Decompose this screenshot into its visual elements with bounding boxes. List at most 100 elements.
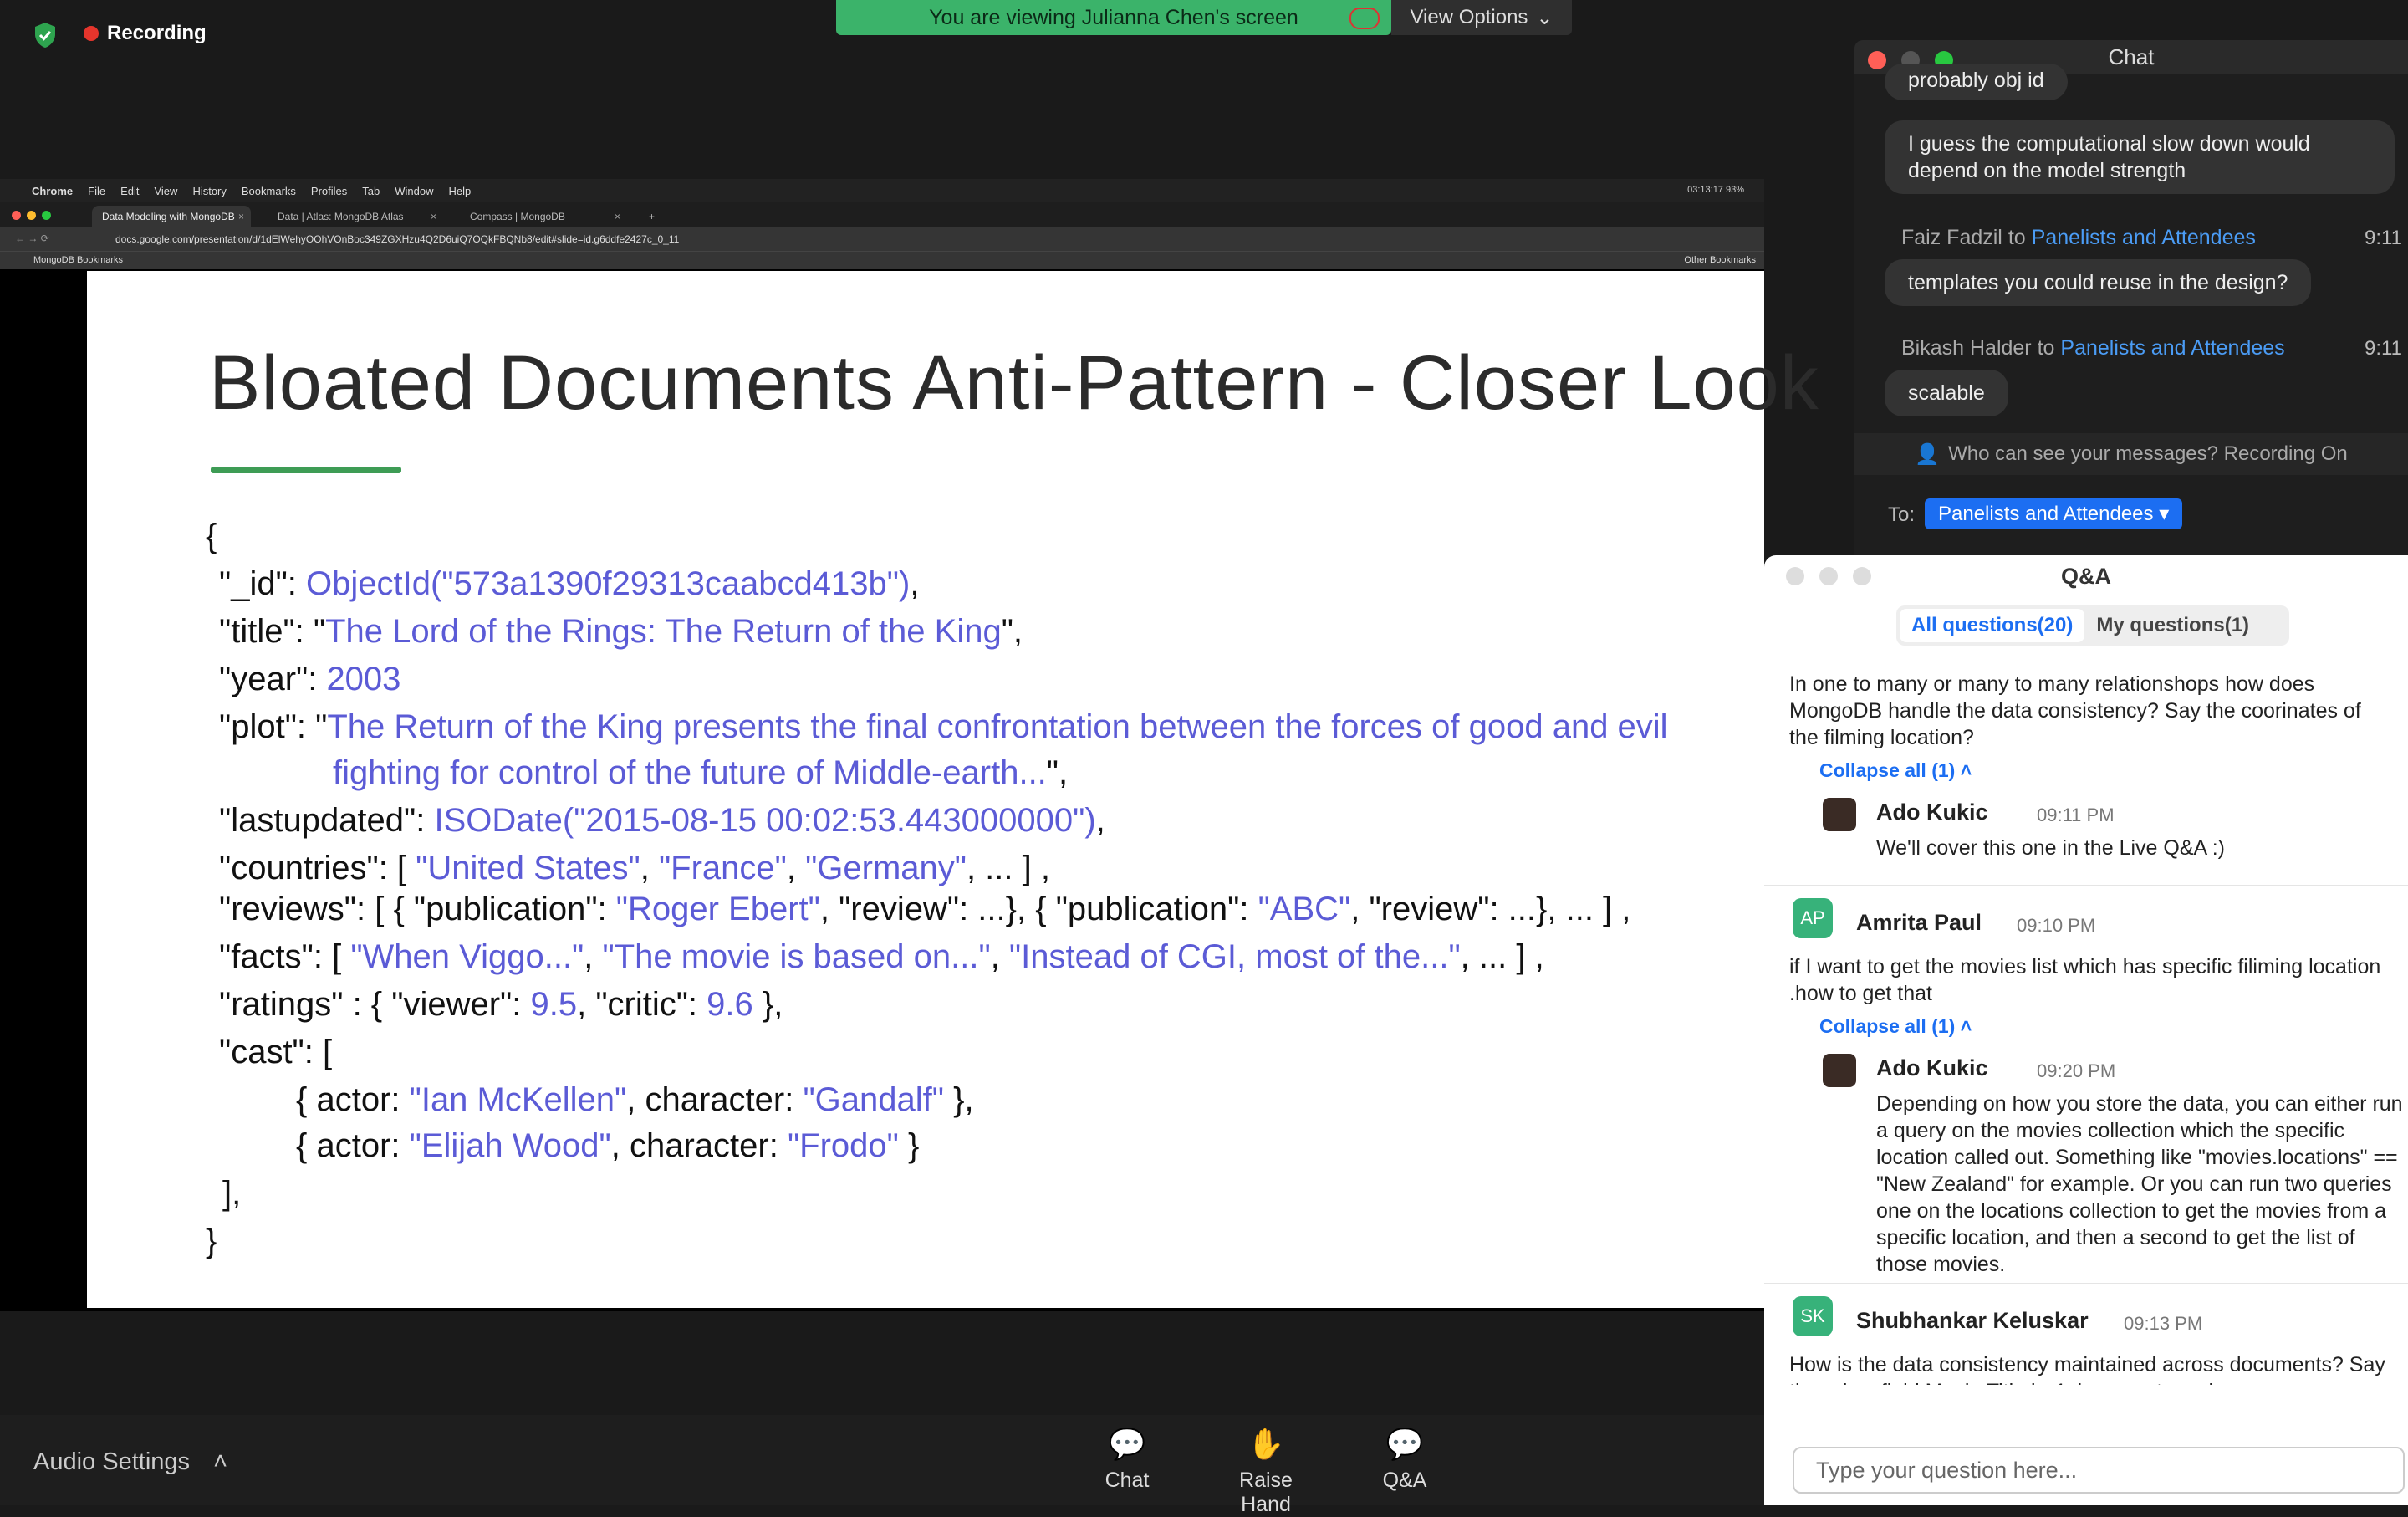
code-text: } xyxy=(898,1127,920,1164)
new-tab-icon: + xyxy=(649,211,656,222)
avatar: AP xyxy=(1793,898,1833,938)
code-text: } xyxy=(206,1223,217,1259)
code-key: "reviews": [ { "publication": xyxy=(219,891,616,927)
code-value: 2003 xyxy=(326,661,401,697)
mac-menubar: Chrome File Edit View History Bookmarks … xyxy=(0,179,1764,202)
visibility-text: Who can see your messages? Recording On xyxy=(1948,442,2348,465)
message-time: 9:11 xyxy=(2365,337,2402,360)
chat-window: Chat probably obj id I guess the computa… xyxy=(1854,40,2408,555)
view-options-button[interactable]: View Options ⌄ xyxy=(1391,0,1572,35)
code-line: "_id": ObjectId("573a1390f29313caabcd413… xyxy=(219,565,920,602)
code-line: "facts": [ "When Viggo...", "The movie i… xyxy=(219,938,1544,975)
collapse-label: Collapse all (1) xyxy=(1819,1015,1956,1037)
chevron-up-icon: ˄ xyxy=(213,1448,228,1475)
code-key: "cast": [ xyxy=(219,1034,333,1070)
code-line: "title": "The Lord of the Rings: The Ret… xyxy=(219,613,1023,650)
code-value: "Germany" xyxy=(805,850,967,886)
code-value: The Lord of the Rings: The Return of the… xyxy=(325,613,1002,650)
audio-settings-button[interactable]: Audio Settings ˄ xyxy=(33,1448,227,1476)
collapse-label: Collapse all (1) xyxy=(1819,759,1956,781)
divider xyxy=(1764,885,2408,886)
avatar: SK xyxy=(1793,1296,1833,1336)
tab-all-questions[interactable]: All questions(20) xyxy=(1900,609,2085,642)
recipient-dropdown[interactable]: Panelists and Attendees ▾ xyxy=(1925,498,2183,529)
answer-text: Depending on how you store the data, you… xyxy=(1876,1092,2403,1276)
avatar xyxy=(1823,1054,1856,1087)
menu-tab: Tab xyxy=(362,184,380,197)
code-text: ], xyxy=(222,1175,242,1212)
code-text: , character: xyxy=(626,1081,804,1118)
browser-tab: Compass | MongoDB × xyxy=(460,206,627,227)
menubar-status: 03:13:17 93% xyxy=(1687,185,1744,195)
code-line: "year": 2003 xyxy=(219,661,400,698)
menu-edit: Edit xyxy=(120,184,140,197)
caret-down-icon: ▾ xyxy=(2159,503,2170,525)
collapse-all-button[interactable]: Collapse all (1) ˄ xyxy=(1819,759,1972,782)
to-label: To: xyxy=(1888,503,1916,526)
code-key: "year": xyxy=(219,661,327,697)
chat-message: templates you could reuse in the design? xyxy=(1885,259,2312,306)
menu-chrome: Chrome xyxy=(32,184,74,197)
code-value: "The movie is based on..." xyxy=(602,938,991,975)
tab-my-questions[interactable]: My questions(1) xyxy=(2084,609,2261,642)
banner-text: You are viewing Julianna Chen's screen xyxy=(929,5,1298,29)
to-word: to xyxy=(2008,226,2026,249)
answerer-name: Ado Kukic xyxy=(1876,1055,1988,1080)
chat-message-meta: Faiz Fadzil to Panelists and Attendees xyxy=(1901,226,2256,250)
tab-title: Compass | MongoDB xyxy=(470,211,565,222)
recording-indicator[interactable]: Recording xyxy=(84,22,207,45)
browser-tabstrip: Data Modeling with MongoDB × Data | Atlas… xyxy=(0,202,1764,227)
code-line: "plot": "The Return of the King presents… xyxy=(219,708,1668,746)
chat-bubble-icon: 💬 xyxy=(1108,1427,1146,1461)
close-window-icon[interactable] xyxy=(1786,567,1804,585)
chat-visibility-info[interactable]: 👤 Who can see your messages? Recording O… xyxy=(1854,433,2408,475)
close-window-icon[interactable] xyxy=(1868,51,1886,69)
code-value: The Return of the King presents the fina… xyxy=(327,708,1668,745)
slide-viewport: Bloated Documents Anti-Pattern - Closer … xyxy=(0,269,1819,1311)
hand-icon: ✋ xyxy=(1247,1427,1285,1461)
question-input[interactable]: Type your question here... xyxy=(1793,1447,2405,1494)
close-icon: × xyxy=(430,211,436,222)
code-line: "lastupdated": ISODate("2015-08-15 00:02… xyxy=(219,802,1105,839)
recipient-name: Panelists and Attendees xyxy=(2060,336,2285,360)
answer-time: 09:20 PM xyxy=(2037,1060,2116,1081)
code-line: "cast": [ xyxy=(219,1034,332,1071)
code-text: { actor: xyxy=(296,1081,410,1118)
close-icon: × xyxy=(237,211,244,222)
menu-window: Window xyxy=(395,184,434,197)
view-options-label: View Options xyxy=(1410,6,1528,28)
code-text: , ... ] , xyxy=(1460,938,1544,975)
code-line: "countries": [ "United States", "France"… xyxy=(219,850,1050,886)
code-key: "title": " xyxy=(219,613,326,650)
browser-tab: Data Modeling with MongoDB × xyxy=(92,206,251,227)
code-value: "France" xyxy=(658,850,787,886)
presentation-slide: Bloated Documents Anti-Pattern - Closer … xyxy=(87,271,1819,1308)
qa-titlebar: Q&A xyxy=(1764,555,2408,597)
question-time: 09:13 PM xyxy=(2124,1313,2203,1334)
code-value: "Roger Ebert" xyxy=(615,891,820,927)
bookmark-folder: Other Bookmarks xyxy=(1684,255,1756,265)
code-value: ISODate("2015-08-15 00:02:53.443000000") xyxy=(434,802,1096,839)
minimize-window-icon[interactable] xyxy=(1819,567,1838,585)
meeting-controls-bar: Audio Settings ˄ 💬 Chat ✋ Raise Hand 💬 Q&A xyxy=(0,1415,1764,1516)
chat-button[interactable]: 💬 Chat xyxy=(1077,1427,1177,1493)
chevron-up-icon: ˄ xyxy=(1960,759,1972,781)
answer-time: 09:11 PM xyxy=(2037,804,2115,825)
recipient-value: Panelists and Attendees xyxy=(1938,503,2154,525)
menu-view: View xyxy=(154,184,178,197)
sender-name: Faiz Fadzil xyxy=(1901,226,2002,249)
security-shield-icon[interactable] xyxy=(33,22,57,49)
qa-tab-switcher: All questions(20) My questions(1) xyxy=(1896,605,2289,646)
code-text: }, xyxy=(943,1081,974,1118)
qa-button[interactable]: 💬 Q&A xyxy=(1354,1427,1455,1493)
code-text: , ... ] , xyxy=(966,850,1050,886)
collapse-all-button[interactable]: Collapse all (1) ˄ xyxy=(1819,1015,1972,1038)
raise-hand-button[interactable]: ✋ Raise Hand xyxy=(1216,1427,1316,1517)
maximize-window-icon[interactable] xyxy=(1853,567,1871,585)
code-value: "When Viggo..." xyxy=(350,938,584,975)
answerer-name: Ado Kukic xyxy=(1876,799,1988,825)
code-line: "ratings" : { "viewer": 9.5, "critic": 9… xyxy=(219,986,783,1024)
cloud-icon xyxy=(1349,8,1380,29)
raise-hand-label: Raise Hand xyxy=(1239,1468,1293,1516)
code-line: } xyxy=(206,1223,217,1260)
